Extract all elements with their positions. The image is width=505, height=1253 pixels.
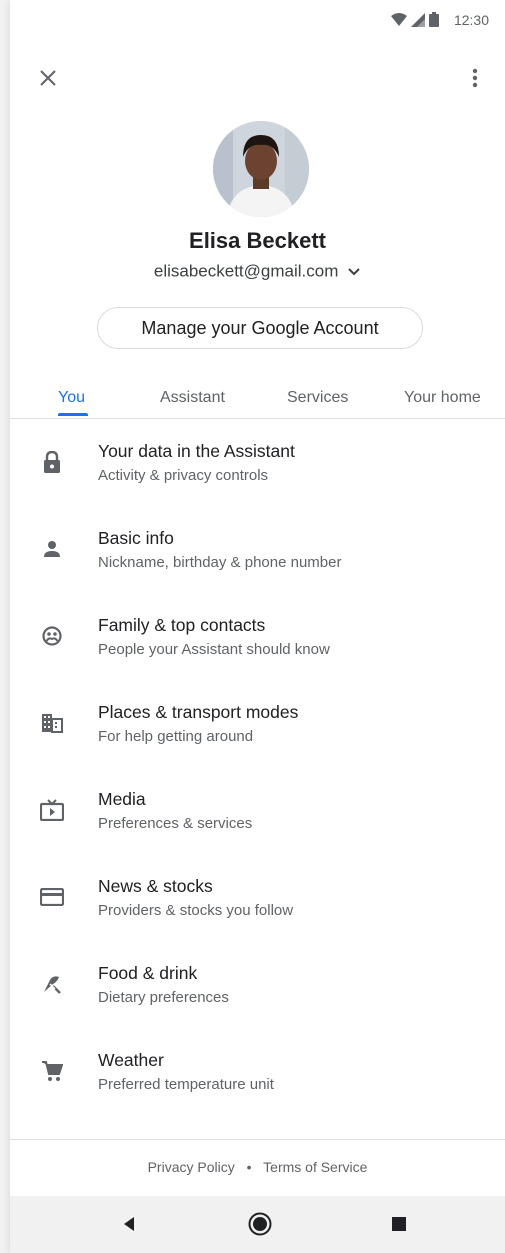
list-item-food-drink[interactable]: Food & drink Dietary preferences xyxy=(10,942,505,1029)
more-options-button[interactable] xyxy=(459,62,491,94)
card-icon xyxy=(40,888,64,906)
home-icon xyxy=(248,1212,272,1236)
wifi-icon xyxy=(391,12,407,26)
footer-separator: • xyxy=(246,1159,252,1175)
avatar-image xyxy=(213,121,309,217)
recents-icon xyxy=(392,1217,406,1231)
item-subtitle: Providers & stocks you follow xyxy=(98,902,294,919)
manage-account-button[interactable]: Manage your Google Account xyxy=(97,307,423,349)
account-switcher[interactable]: elisabeckett@gmail.com xyxy=(10,261,505,282)
footer: Privacy Policy • Terms of Service xyxy=(10,1159,505,1175)
privacy-policy-link[interactable]: Privacy Policy xyxy=(148,1159,235,1175)
item-title: Places & transport modes xyxy=(98,702,299,722)
profile-name: Elisa Beckett xyxy=(189,228,326,253)
item-subtitle: Preferences & services xyxy=(98,815,253,832)
item-subtitle: Preferred temperature unit xyxy=(98,1076,274,1093)
tab-assistant[interactable]: Assistant xyxy=(160,389,225,407)
food-icon xyxy=(44,976,61,994)
close-button[interactable] xyxy=(32,62,64,94)
item-title: Family & top contacts xyxy=(98,615,266,635)
status-time: 12:30 xyxy=(453,12,489,28)
list-item-media[interactable]: Media Preferences & services xyxy=(10,768,505,855)
item-subtitle: For help getting around xyxy=(98,728,254,745)
avatar[interactable] xyxy=(213,121,309,217)
footer-divider xyxy=(10,1139,505,1140)
profile-email: elisabeckett@gmail.com xyxy=(153,261,339,281)
tab-bar: You Assistant Services Your home xyxy=(10,380,505,419)
back-icon xyxy=(124,1217,134,1231)
recents-button[interactable] xyxy=(383,1208,415,1240)
chevron-down-icon xyxy=(348,267,360,275)
list-item-weather[interactable]: Weather Preferred temperature unit xyxy=(10,1029,505,1116)
back-button[interactable] xyxy=(113,1208,145,1240)
item-title: News & stocks xyxy=(98,876,213,896)
item-subtitle: Dietary preferences xyxy=(98,989,229,1006)
home-button[interactable] xyxy=(244,1208,276,1240)
list-item-your-data[interactable]: Your data in the Assistant Activity & pr… xyxy=(10,420,505,507)
item-title: Food & drink xyxy=(98,963,198,983)
family-icon xyxy=(42,626,62,646)
signal-icon xyxy=(411,12,425,27)
lock-icon xyxy=(44,451,60,473)
item-title: Media xyxy=(98,789,146,809)
list-item-news-stocks[interactable]: News & stocks Providers & stocks you fol… xyxy=(10,855,505,942)
item-subtitle: Nickname, birthday & phone number xyxy=(98,554,342,571)
item-title: Basic info xyxy=(98,528,174,548)
list-item-places-transport[interactable]: Places & transport modes For help gettin… xyxy=(10,681,505,768)
screen: 12:30 Elisa Beckett elisabeckett@gmail.c… xyxy=(10,0,505,1253)
more-vert-icon xyxy=(472,68,478,88)
tab-services[interactable]: Services xyxy=(287,389,348,407)
tab-you[interactable]: You xyxy=(58,389,85,407)
battery-icon xyxy=(429,12,439,27)
system-nav-bar xyxy=(10,1196,505,1253)
status-bar: 12:30 xyxy=(10,0,505,40)
tab-indicator xyxy=(58,413,88,416)
list-item-family-contacts[interactable]: Family & top contacts People your Assist… xyxy=(10,594,505,681)
item-subtitle: People your Assistant should know xyxy=(98,641,330,658)
tv-icon xyxy=(40,799,64,821)
tab-your-home[interactable]: Your home xyxy=(404,389,481,407)
terms-of-service-link[interactable]: Terms of Service xyxy=(263,1159,367,1175)
cart-icon xyxy=(42,1061,63,1081)
top-bar xyxy=(10,62,505,94)
item-title: Your data in the Assistant xyxy=(98,441,295,461)
person-icon xyxy=(44,541,60,557)
close-icon xyxy=(40,70,56,86)
item-subtitle: Activity & privacy controls xyxy=(98,467,269,484)
list-item-basic-info[interactable]: Basic info Nickname, birthday & phone nu… xyxy=(10,507,505,594)
building-icon xyxy=(42,714,63,733)
item-title: Weather xyxy=(98,1050,164,1070)
